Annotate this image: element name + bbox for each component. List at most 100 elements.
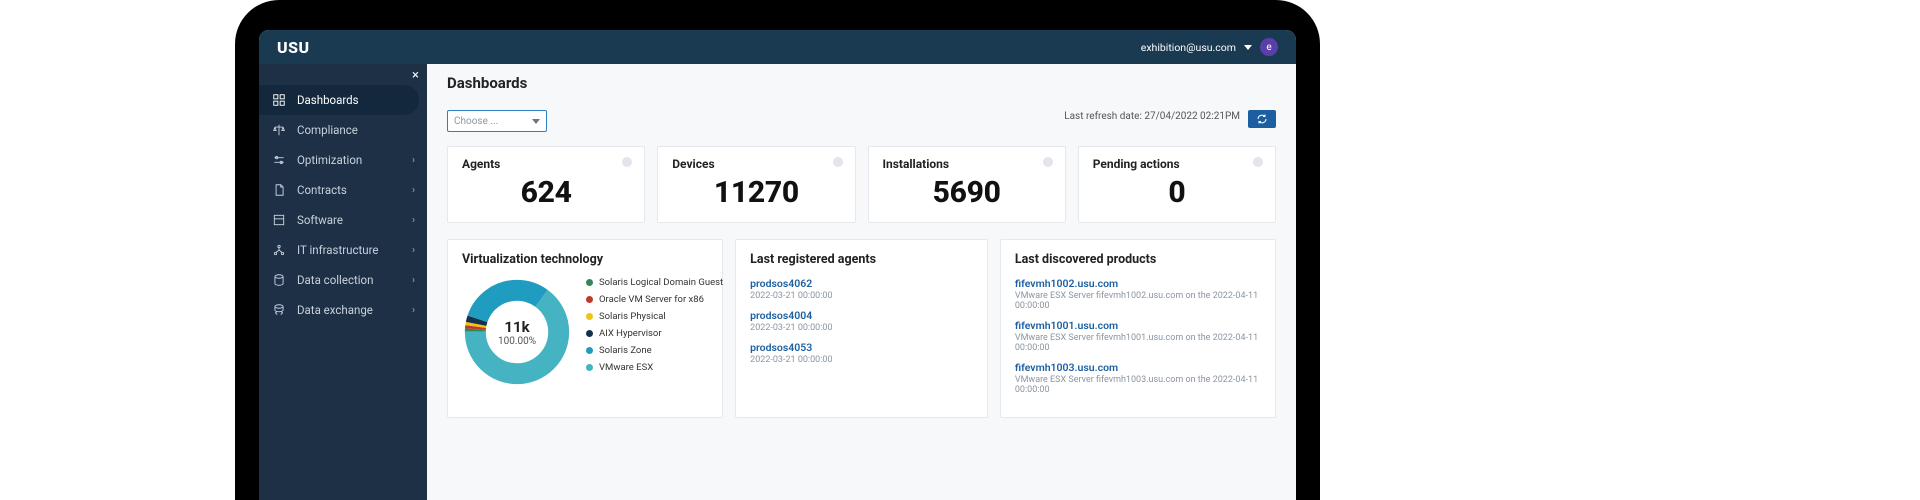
metric-card-devices[interactable]: Devices 11270 <box>657 146 855 223</box>
metric-value: 0 <box>1093 175 1261 210</box>
choose-select[interactable]: Choose ... <box>447 110 547 132</box>
chevron-right-icon: › <box>412 215 415 226</box>
metrics-row: Agents 624 Devices 11270 Installations 5… <box>447 146 1276 223</box>
sidebar-item-it-infrastructure[interactable]: IT infrastructure › <box>259 235 427 265</box>
sidebar-item-label: Contracts <box>297 183 347 197</box>
sidebar-item-label: IT infrastructure <box>297 243 378 257</box>
info-icon[interactable] <box>1253 157 1263 167</box>
sidebar-item-label: Software <box>297 213 343 227</box>
package-icon <box>271 213 287 227</box>
legend-color-dot <box>586 347 593 354</box>
choose-placeholder: Choose ... <box>454 116 498 127</box>
product-description: VMware ESX Server fifevmh1002.usu.com on… <box>1015 291 1261 311</box>
agent-link[interactable]: prodsos4004 <box>750 309 973 322</box>
legend-item[interactable]: Oracle VM Server for x86 <box>586 294 723 305</box>
topbar: USU exhibition@usu.com e <box>259 30 1296 64</box>
chevron-right-icon: › <box>412 245 415 256</box>
metric-value: 624 <box>462 175 630 210</box>
list-item: fifevmh1003.usu.comVMware ESX Server fif… <box>1015 361 1261 395</box>
panels-row: Virtualization technology 11k 100.00% So… <box>447 239 1276 418</box>
sidebar-item-label: Data collection <box>297 273 373 287</box>
legend-item[interactable]: Solaris Logical Domain Guest <box>586 277 723 288</box>
list-item: fifevmh1002.usu.comVMware ESX Server fif… <box>1015 277 1261 311</box>
agent-timestamp: 2022-03-21 00:00:00 <box>750 355 973 365</box>
sidebar-item-optimization[interactable]: Optimization › <box>259 145 427 175</box>
refresh-text: Last refresh date: 27/04/2022 02:21PM <box>1064 110 1240 123</box>
exchange-icon <box>271 303 287 317</box>
legend-color-dot <box>586 364 593 371</box>
chevron-right-icon: › <box>412 275 415 286</box>
panel-title: Virtualization technology <box>462 252 708 267</box>
panel-virtualization: Virtualization technology 11k 100.00% So… <box>447 239 723 418</box>
legend-color-dot <box>586 279 593 286</box>
legend-color-dot <box>586 313 593 320</box>
agent-link[interactable]: prodsos4053 <box>750 341 973 354</box>
legend-item[interactable]: VMware ESX <box>586 362 723 373</box>
scale-icon <box>271 123 287 137</box>
sidebar-item-compliance[interactable]: Compliance <box>259 115 427 145</box>
legend-item[interactable]: Solaris Physical <box>586 311 723 322</box>
agent-link[interactable]: prodsos4062 <box>750 277 973 290</box>
product-link[interactable]: fifevmh1001.usu.com <box>1015 319 1261 332</box>
donut-center-pct: 100.00% <box>498 336 536 347</box>
metric-label: Agents <box>462 157 630 171</box>
grid-icon <box>271 93 287 107</box>
toolbar: Choose ... Last refresh date: 27/04/2022… <box>447 110 1276 132</box>
legend-label: Oracle VM Server for x86 <box>599 294 704 305</box>
info-icon[interactable] <box>622 157 632 167</box>
sidebar-item-dashboards[interactable]: Dashboards <box>259 85 419 115</box>
legend-label: Solaris Logical Domain Guest <box>599 277 723 288</box>
metric-label: Installations <box>883 157 1051 171</box>
info-icon[interactable] <box>1043 157 1053 167</box>
main: Dashboards Choose ... Last refresh date:… <box>427 64 1296 500</box>
list-item: prodsos40622022-03-21 00:00:00 <box>750 277 973 301</box>
refresh-icon <box>1256 113 1268 125</box>
sidebar-item-data-collection[interactable]: Data collection › <box>259 265 427 295</box>
refresh-area: Last refresh date: 27/04/2022 02:21PM <box>1064 110 1276 128</box>
metric-card-installations[interactable]: Installations 5690 <box>868 146 1066 223</box>
page-title: Dashboards <box>447 74 1276 92</box>
legend-label: Solaris Zone <box>599 345 652 356</box>
metric-value: 5690 <box>883 175 1051 210</box>
sidebar-item-label: Optimization <box>297 153 362 167</box>
list-item: prodsos40042022-03-21 00:00:00 <box>750 309 973 333</box>
legend-color-dot <box>586 330 593 337</box>
sidebar-item-software[interactable]: Software › <box>259 205 427 235</box>
legend-label: VMware ESX <box>599 362 653 373</box>
close-icon[interactable]: × <box>412 68 419 83</box>
sidebar-item-contracts[interactable]: Contracts › <box>259 175 427 205</box>
metric-card-agents[interactable]: Agents 624 <box>447 146 645 223</box>
metric-card-pending[interactable]: Pending actions 0 <box>1078 146 1276 223</box>
user-menu[interactable]: exhibition@usu.com e <box>1141 38 1278 56</box>
legend-item[interactable]: Solaris Zone <box>586 345 723 356</box>
product-link[interactable]: fifevmh1003.usu.com <box>1015 361 1261 374</box>
chevron-right-icon: › <box>412 185 415 196</box>
metric-label: Devices <box>672 157 840 171</box>
info-icon[interactable] <box>833 157 843 167</box>
donut-chart[interactable]: 11k 100.00% <box>462 277 572 387</box>
donut-legend: Solaris Logical Domain Guest Oracle VM Se… <box>586 277 723 379</box>
device-screen: USU exhibition@usu.com e × Dashboards <box>259 30 1296 500</box>
agent-timestamp: 2022-03-21 00:00:00 <box>750 291 973 301</box>
legend-item[interactable]: AIX Hypervisor <box>586 328 723 339</box>
refresh-button[interactable] <box>1248 110 1276 128</box>
product-description: VMware ESX Server fifevmh1003.usu.com on… <box>1015 375 1261 395</box>
sidebar-item-data-exchange[interactable]: Data exchange › <box>259 295 427 325</box>
network-icon <box>271 243 287 257</box>
app-body: × Dashboards Compliance <box>259 64 1296 500</box>
chevron-right-icon: › <box>412 155 415 166</box>
legend-label: AIX Hypervisor <box>599 328 662 339</box>
document-icon <box>271 183 287 197</box>
chevron-down-icon <box>532 119 540 124</box>
legend-label: Solaris Physical <box>599 311 666 322</box>
product-link[interactable]: fifevmh1002.usu.com <box>1015 277 1261 290</box>
database-icon <box>271 273 287 287</box>
panel-title: Last discovered products <box>1015 252 1261 267</box>
sliders-icon <box>271 153 287 167</box>
brand-logo: USU <box>277 38 310 57</box>
sidebar-item-label: Data exchange <box>297 303 373 317</box>
chevron-right-icon: › <box>412 305 415 316</box>
sidebar-item-label: Compliance <box>297 123 358 137</box>
panel-last-agents: Last registered agents prodsos40622022-0… <box>735 239 988 418</box>
agent-timestamp: 2022-03-21 00:00:00 <box>750 323 973 333</box>
